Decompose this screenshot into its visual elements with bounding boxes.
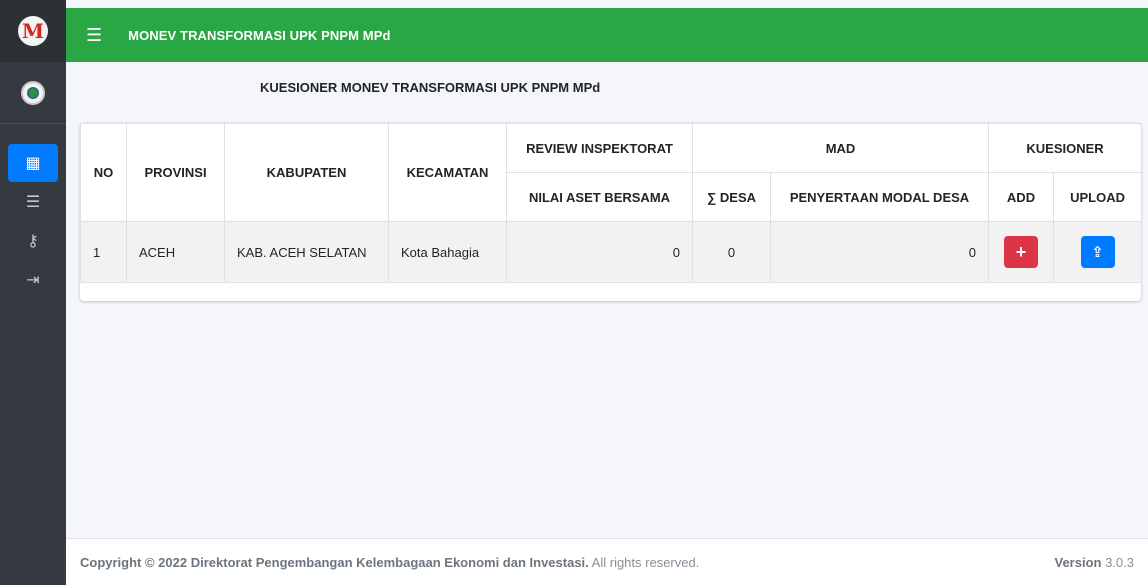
ministry-emblem-icon bbox=[21, 80, 45, 105]
header-upload: UPLOAD bbox=[1053, 172, 1143, 222]
cell-nilai-aset-bersama: 0 bbox=[506, 221, 693, 283]
user-panel[interactable] bbox=[0, 62, 66, 124]
cell-upload: ⇪ bbox=[1053, 221, 1143, 283]
version-number: 3.0.3 bbox=[1101, 554, 1134, 570]
version-info: Version 3.0.3 bbox=[1055, 555, 1135, 570]
plus-icon: + bbox=[1015, 241, 1027, 262]
header-mad: MAD bbox=[691, 123, 990, 173]
header-nilai-aset-bersama: NILAI ASET BERSAMA bbox=[506, 172, 693, 222]
header-kabupaten: KABUPATEN bbox=[224, 123, 389, 222]
sidebar-item-dashboard[interactable]: ▦ bbox=[8, 144, 58, 182]
header-penyertaan-modal-desa: PENYERTAAN MODAL DESA bbox=[769, 172, 990, 222]
app-title: MONEV TRANSFORMASI UPK PNPM MPd bbox=[128, 27, 391, 43]
key-icon: ⚷ bbox=[27, 233, 39, 250]
header-review-inspektorat: REVIEW INSPEKTORAT bbox=[506, 123, 693, 173]
upload-button[interactable]: ⇪ bbox=[1080, 236, 1115, 268]
cell-no: 1 bbox=[80, 221, 127, 283]
upload-icon: ⇪ bbox=[1091, 244, 1104, 261]
add-button[interactable]: + bbox=[1004, 236, 1039, 268]
cell-jumlah-desa: 0 bbox=[692, 221, 771, 283]
header-kuesioner: KUESIONER bbox=[988, 123, 1143, 173]
hamburger-menu-icon[interactable]: ☰ bbox=[86, 25, 102, 46]
top-navbar: ☰ MONEV TRANSFORMASI UPK PNPM MPd bbox=[66, 0, 1148, 62]
grid-icon: ▦ bbox=[25, 155, 41, 172]
sidebar-item-logout[interactable]: ⇥ bbox=[8, 261, 58, 299]
cell-kabupaten: KAB. ACEH SELATAN bbox=[224, 221, 389, 283]
copyright-owner: Copyright © 2022 Direktorat Pengembangan… bbox=[80, 554, 589, 570]
cell-kecamatan: Kota Bahagia bbox=[388, 221, 507, 283]
cell-penyertaan-modal-desa: 0 bbox=[769, 221, 990, 283]
header-add: ADD bbox=[988, 172, 1055, 222]
copyright-text: Copyright © 2022 Direktorat Pengembangan… bbox=[80, 555, 699, 570]
header-kecamatan: KECAMATAN bbox=[388, 123, 507, 222]
sidebar-item-checklist[interactable]: ☰ bbox=[8, 183, 58, 221]
page-title: KUESIONER MONEV TRANSFORMASI UPK PNPM MP… bbox=[260, 80, 601, 95]
cell-provinsi: ACEH bbox=[126, 221, 225, 283]
cell-add: + bbox=[988, 221, 1055, 283]
version-label: Version bbox=[1054, 554, 1102, 570]
table-row: 1 ACEH KAB. ACEH SELATAN Kota Bahagia 0 … bbox=[80, 221, 1143, 283]
sidebar: M ▦ ☰ ⚷ ⇥ bbox=[0, 0, 66, 585]
questionnaire-card: NO PROVINSI KABUPATEN KECAMATAN REVIEW I… bbox=[80, 123, 1143, 301]
header-no: NO bbox=[80, 123, 127, 222]
sign-out-icon: ⇥ bbox=[26, 272, 40, 289]
header-jumlah-desa: ∑ DESA bbox=[692, 172, 771, 222]
sidebar-item-key[interactable]: ⚷ bbox=[8, 222, 58, 260]
m-logo-icon: M bbox=[18, 16, 48, 46]
questionnaire-table: NO PROVINSI KABUPATEN KECAMATAN REVIEW I… bbox=[80, 123, 1143, 283]
list-check-icon: ☰ bbox=[25, 194, 41, 211]
header-provinsi: PROVINSI bbox=[126, 123, 225, 222]
brand-logo[interactable]: M bbox=[0, 0, 66, 62]
rights-reserved: All rights reserved. bbox=[588, 554, 700, 570]
footer: Copyright © 2022 Direktorat Pengembangan… bbox=[66, 538, 1148, 585]
